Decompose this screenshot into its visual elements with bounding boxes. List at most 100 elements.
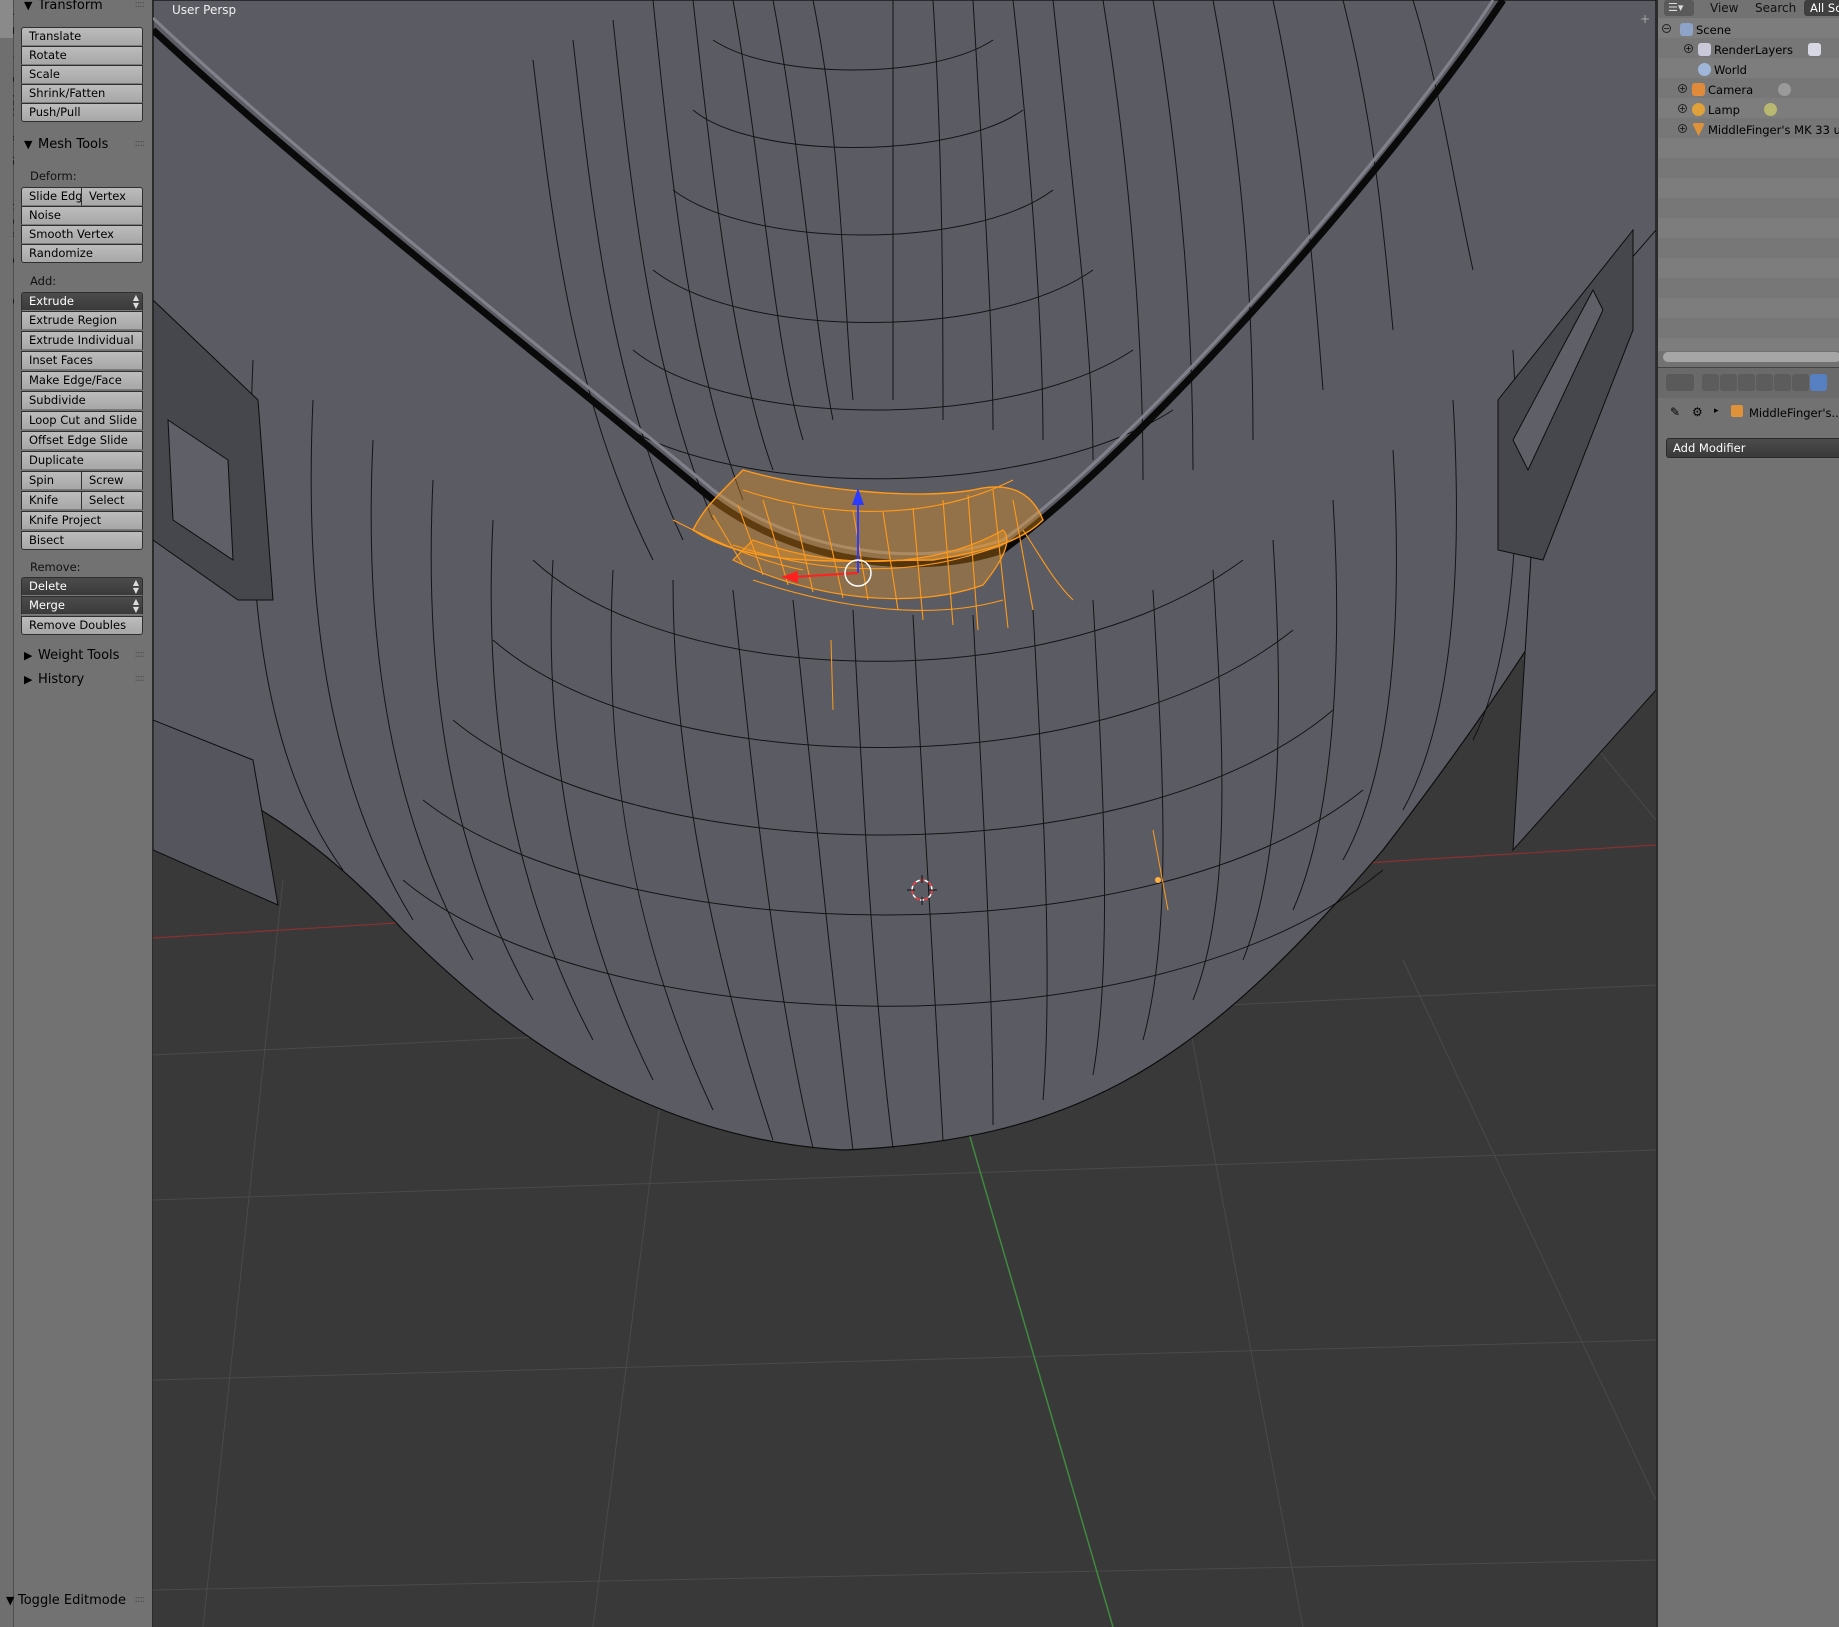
- rotate-button[interactable]: Rotate: [21, 46, 143, 65]
- tab-tools[interactable]: Tools: [0, 0, 24, 38]
- slide-vertex-button[interactable]: Vertex: [82, 187, 143, 206]
- search-menu[interactable]: Search: [1755, 1, 1796, 15]
- extrude-individual-button[interactable]: Extrude Individual: [21, 331, 143, 350]
- updown-arrows-icon: ▲ ▼: [132, 293, 139, 310]
- shrink-fatten-button[interactable]: Shrink/Fatten: [21, 84, 143, 103]
- right-panels: ☰▾ View Search All Sce − Scene + RenderL…: [1656, 0, 1839, 1627]
- add-modifier-button[interactable]: Add Modifier: [1666, 438, 1839, 458]
- panel-grip-icon[interactable]: ::::: [135, 1594, 146, 1605]
- tree-row-world[interactable]: World: [1658, 60, 1839, 80]
- camera-icon: [1692, 83, 1705, 96]
- loop-cut-slide-button[interactable]: Loop Cut and Slide: [21, 411, 143, 430]
- collapse-triangle-icon: ▼: [24, 0, 33, 12]
- smooth-vertex-button[interactable]: Smooth Vertex: [21, 225, 143, 244]
- remove-label: Remove:: [30, 560, 81, 574]
- tree-row-scene[interactable]: − Scene: [1658, 20, 1839, 40]
- offset-edge-slide-button[interactable]: Offset Edge Slide: [21, 431, 143, 450]
- outliner-icon[interactable]: ☰▾: [1664, 0, 1694, 16]
- properties-header: [1658, 367, 1839, 398]
- display-mode-dropdown[interactable]: All Sce: [1804, 0, 1839, 16]
- merge-dropdown[interactable]: Merge ▲ ▼: [21, 596, 143, 615]
- object-tab-icon[interactable]: [1774, 374, 1791, 391]
- collapse-toggle-icon[interactable]: −: [1662, 24, 1671, 33]
- subdivide-button[interactable]: Subdivide: [21, 391, 143, 410]
- tool-shelf: ▼ Transform :::: Translate Rotate Scale …: [6, 0, 154, 1627]
- push-pull-button[interactable]: Push/Pull: [21, 103, 143, 122]
- breadcrumb-arrow-icon: ▸: [1714, 406, 1719, 416]
- tab-create[interactable]: Create: [0, 38, 24, 88]
- tab-grease-pencil[interactable]: Grease Pencil: [0, 230, 24, 310]
- 3d-viewport[interactable]: User Persp +: [153, 0, 1656, 1627]
- panel-grip-icon[interactable]: ::::: [135, 649, 146, 660]
- deform-label: Deform:: [30, 169, 77, 183]
- object-icon: [1731, 405, 1743, 417]
- expand-triangle-icon: ▶: [24, 649, 33, 662]
- screw-button[interactable]: Screw: [82, 471, 143, 490]
- renderlayers-icon: [1698, 43, 1711, 56]
- pin-icon[interactable]: ✎: [1670, 405, 1680, 419]
- viewport-perspective-label: User Persp: [172, 3, 237, 17]
- outliner-tree[interactable]: − Scene + RenderLayers World + Camera + …: [1658, 18, 1839, 351]
- panel-grip-icon[interactable]: ::::: [135, 0, 146, 10]
- knife-select-button[interactable]: Select: [82, 491, 143, 510]
- scene-tab-icon[interactable]: [1738, 374, 1755, 391]
- panel-grip-icon[interactable]: ::::: [135, 138, 146, 149]
- lamp-data-icon[interactable]: [1764, 103, 1777, 116]
- viewport-canvas[interactable]: [153, 0, 1656, 1627]
- scale-button[interactable]: Scale: [21, 65, 143, 84]
- knife-project-button[interactable]: Knife Project: [21, 511, 143, 530]
- extrude-dropdown[interactable]: Extrude ▲ ▼: [21, 292, 143, 311]
- duplicate-button[interactable]: Duplicate: [21, 451, 143, 470]
- world-icon: [1698, 63, 1711, 76]
- tab-shading-uvs[interactable]: Shading / UVs: [0, 88, 24, 170]
- remove-doubles-button[interactable]: Remove Doubles: [21, 616, 143, 635]
- make-edge-face-button[interactable]: Make Edge/Face: [21, 371, 143, 390]
- updown-arrows-icon: ▲ ▼: [132, 597, 139, 614]
- properties-breadcrumb: ✎ ⚙ ▸ MiddleFinger's...U: [1658, 398, 1839, 428]
- inset-faces-button[interactable]: Inset Faces: [21, 351, 143, 370]
- translate-button[interactable]: Translate: [21, 27, 143, 46]
- tree-row-lamp[interactable]: + Lamp: [1658, 100, 1839, 120]
- tree-row-camera[interactable]: + Camera: [1658, 80, 1839, 100]
- context-icon: ⚙: [1692, 405, 1703, 419]
- spin-button[interactable]: Spin: [21, 471, 82, 490]
- randomize-button[interactable]: Randomize: [21, 244, 143, 263]
- modifiers-tab-icon[interactable]: [1810, 374, 1827, 391]
- updown-arrows-icon: ▲ ▼: [132, 578, 139, 595]
- transform-panel-header[interactable]: ▼ Transform ::::: [14, 0, 152, 18]
- outliner-horizontal-scrollbar[interactable]: [1663, 352, 1839, 362]
- render-tab-icon[interactable]: [1702, 374, 1719, 391]
- tab-options[interactable]: Options: [0, 170, 24, 230]
- add-label: Add:: [30, 274, 57, 288]
- expand-toggle-icon[interactable]: +: [1678, 104, 1687, 113]
- slide-edge-button[interactable]: Slide Edge: [21, 187, 82, 206]
- properties-editor-type-icon[interactable]: [1666, 374, 1694, 391]
- expand-toggle-icon[interactable]: +: [1678, 84, 1687, 93]
- expand-toggle-icon[interactable]: +: [1678, 124, 1687, 133]
- knife-button[interactable]: Knife: [21, 491, 82, 510]
- collapse-triangle-icon: ▼: [24, 138, 33, 151]
- expand-triangle-icon: ▶: [24, 673, 33, 686]
- renderlayer-extra-icon[interactable]: [1808, 43, 1821, 56]
- renderlayers-tab-icon[interactable]: [1720, 374, 1737, 391]
- history-panel-header[interactable]: ▶ History ::::: [14, 670, 152, 692]
- panel-grip-icon[interactable]: ::::: [135, 673, 146, 684]
- mesh-tools-panel-header[interactable]: ▼ Mesh Tools ::::: [14, 135, 152, 157]
- viewport-corner-plus-icon[interactable]: +: [1640, 12, 1650, 26]
- delete-dropdown[interactable]: Delete ▲ ▼: [21, 577, 143, 596]
- toggle-editmode-panel-header[interactable]: ▼ Toggle Editmode ::::: [0, 1591, 152, 1613]
- constraints-tab-icon[interactable]: [1792, 374, 1809, 391]
- tree-row-renderlayers[interactable]: + RenderLayers: [1658, 40, 1839, 60]
- scene-icon: [1680, 23, 1693, 36]
- noise-button[interactable]: Noise: [21, 206, 143, 225]
- y-axis-line: [967, 1129, 1114, 1627]
- view-menu[interactable]: View: [1710, 1, 1738, 15]
- world-tab-icon[interactable]: [1756, 374, 1773, 391]
- weight-tools-panel-header[interactable]: ▶ Weight Tools ::::: [14, 646, 152, 668]
- extrude-region-button[interactable]: Extrude Region: [21, 311, 143, 330]
- bisect-button[interactable]: Bisect: [21, 531, 143, 550]
- camera-data-icon[interactable]: [1778, 83, 1791, 96]
- lamp-icon: [1692, 103, 1705, 116]
- tree-row-mesh-object[interactable]: + MiddleFinger's MK 33 un: [1658, 120, 1839, 140]
- expand-toggle-icon[interactable]: +: [1684, 44, 1693, 53]
